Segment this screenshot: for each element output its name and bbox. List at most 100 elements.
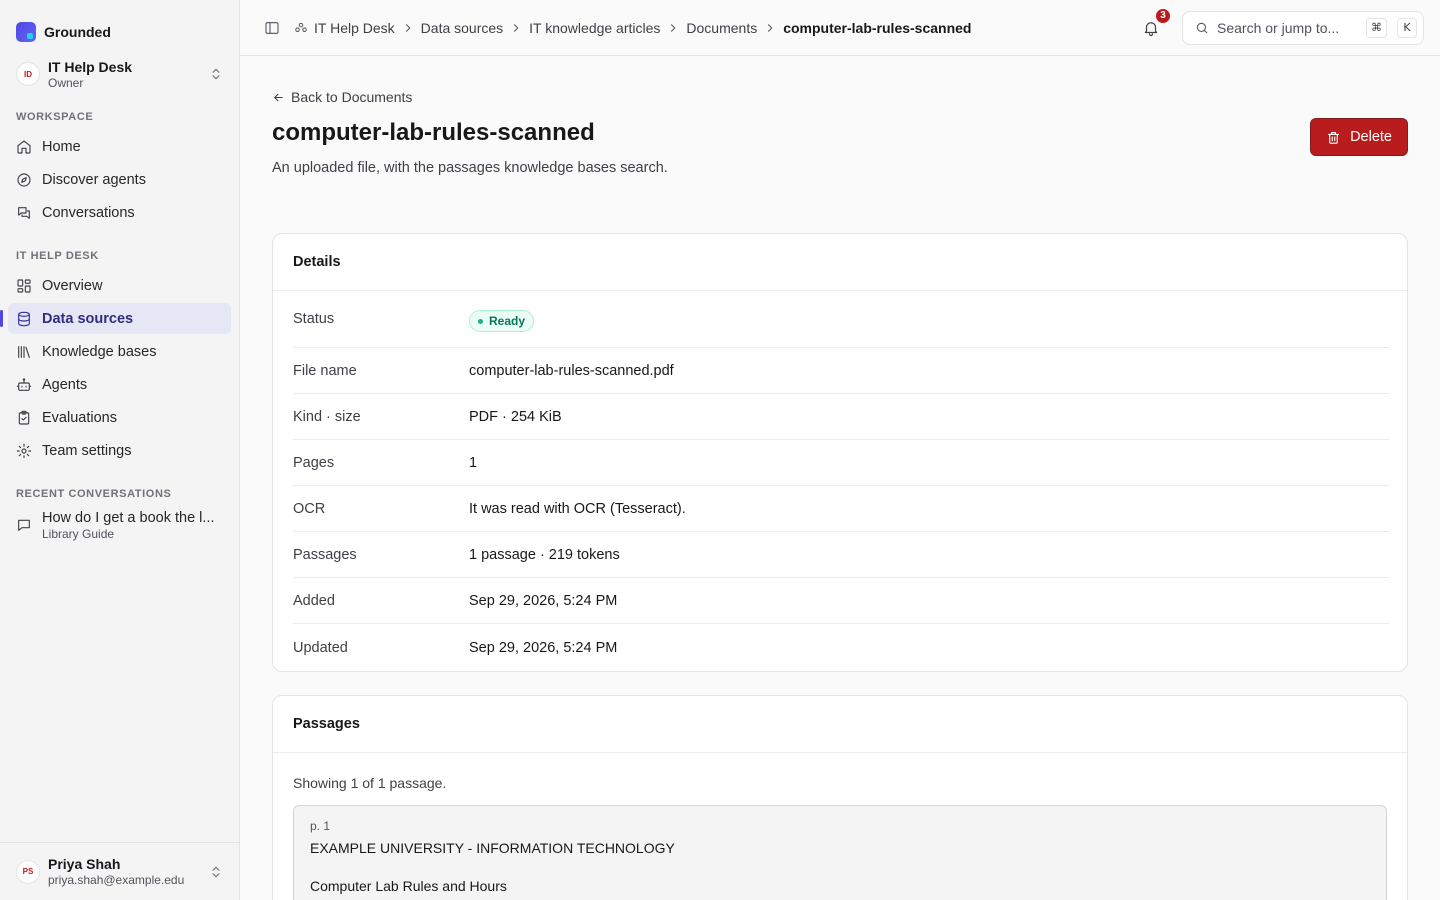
team-nav: Overview Data sources Knowledge bases Ag… bbox=[0, 270, 239, 468]
sidebar-item-conversations[interactable]: Conversations bbox=[8, 197, 231, 228]
brand-logo bbox=[16, 22, 36, 42]
bot-icon bbox=[16, 377, 32, 391]
user-name: Priya Shah bbox=[48, 855, 121, 872]
sidebar-item-discover-agents[interactable]: Discover agents bbox=[8, 164, 231, 195]
search-icon bbox=[1196, 22, 1208, 33]
breadcrumb-current: computer-lab-rules-scanned bbox=[783, 19, 972, 36]
avatar: PS bbox=[16, 859, 40, 884]
detail-row-updated: Updated Sep 29, 2026, 5:24 PM bbox=[293, 624, 1389, 671]
breadcrumb-documents[interactable]: Documents bbox=[686, 20, 757, 36]
sidebar-item-label: Discover agents bbox=[42, 171, 146, 188]
sidebar-item-data-sources[interactable]: Data sources bbox=[0, 303, 231, 334]
details-card: Details Status Ready File name computer-… bbox=[272, 233, 1408, 672]
detail-value: Sep 29, 2026, 5:24 PM bbox=[469, 639, 618, 656]
sidebar-item-overview[interactable]: Overview bbox=[8, 270, 231, 301]
detail-value: PDF · 254 KiB bbox=[469, 408, 562, 425]
delete-button-label: Delete bbox=[1350, 129, 1392, 145]
message-icon bbox=[18, 519, 30, 531]
status-dot bbox=[478, 318, 483, 324]
sidebar-item-label: Evaluations bbox=[42, 409, 117, 426]
delete-button[interactable]: Delete bbox=[1310, 118, 1408, 156]
breadcrumb-team[interactable]: IT Help Desk bbox=[294, 20, 395, 36]
sidebar-toggle-button[interactable] bbox=[264, 20, 280, 36]
workspace-nav: Home Discover agents Conversations bbox=[0, 131, 239, 230]
sidebar-item-evaluations[interactable]: Evaluations bbox=[8, 402, 231, 433]
sidebar-item-label: Data sources bbox=[42, 310, 134, 327]
sidebar-item-label: Agents bbox=[42, 376, 88, 393]
chat-icon bbox=[18, 206, 30, 219]
arrow-left-icon bbox=[274, 93, 283, 101]
passages-count: Showing 1 of 1 passage. bbox=[293, 775, 447, 791]
chevron-right-icon bbox=[401, 21, 415, 35]
topbar: IT Help Desk Data sources IT knowledge a… bbox=[240, 0, 1440, 56]
sidebar-item-label: Team settings bbox=[42, 442, 132, 459]
detail-value: 1 passage · 219 tokens bbox=[469, 546, 620, 563]
sidebar-item-label: Home bbox=[42, 138, 81, 155]
chevrons-up-down-icon bbox=[212, 866, 220, 877]
sidebar-item-team-settings[interactable]: Team settings bbox=[8, 435, 231, 466]
detail-label: Status bbox=[293, 311, 335, 327]
chevron-right-icon bbox=[509, 21, 523, 35]
gear-icon bbox=[16, 443, 32, 458]
detail-label: Updated bbox=[293, 639, 348, 656]
passage-item: p. 1 EXAMPLE UNIVERSITY - INFORMATION TE… bbox=[293, 805, 1387, 900]
detail-value: It was read with OCR (Tesseract). bbox=[469, 500, 686, 517]
page-subtitle: An uploaded file, with the passages know… bbox=[272, 160, 668, 176]
breadcrumb: IT Help Desk Data sources IT knowledge a… bbox=[294, 20, 1142, 36]
passages-heading: Passages bbox=[273, 696, 1407, 753]
kbd-key: K bbox=[1397, 17, 1417, 38]
detail-row-added: Added Sep 29, 2026, 5:24 PM bbox=[293, 578, 1389, 624]
detail-value: computer-lab-rules-scanned.pdf bbox=[469, 362, 674, 379]
back-link[interactable]: Back to Documents bbox=[272, 89, 412, 105]
status-badge-label: Ready bbox=[489, 314, 526, 328]
main: IT Help Desk Data sources IT knowledge a… bbox=[240, 0, 1440, 900]
detail-row-passages: Passages 1 passage · 219 tokens bbox=[293, 532, 1389, 578]
recent-conversation-agent: Library Guide bbox=[42, 527, 115, 541]
brand-name: Grounded bbox=[44, 24, 111, 40]
home-icon bbox=[17, 139, 31, 154]
team-name: IT Help Desk bbox=[48, 58, 133, 75]
passages-card: Passages Showing 1 of 1 passage. p. 1 EX… bbox=[272, 695, 1408, 900]
breadcrumb-data-sources[interactable]: Data sources bbox=[421, 20, 503, 36]
sidebar-item-home[interactable]: Home bbox=[8, 131, 231, 162]
recent-conversation[interactable]: How do I get a book the l... Library Gui… bbox=[8, 504, 231, 547]
passage-text-line: Computer Lab Rules and Hours bbox=[310, 878, 507, 894]
sidebar-item-knowledge-bases[interactable]: Knowledge bases bbox=[8, 336, 231, 367]
detail-row-ocr: OCR It was read with OCR (Tesseract). bbox=[293, 486, 1389, 532]
compass-icon bbox=[17, 172, 31, 187]
team-avatar: ID bbox=[16, 62, 40, 86]
sidebar-item-agents[interactable]: Agents bbox=[8, 369, 231, 400]
detail-label: Added bbox=[293, 592, 335, 609]
notification-count-badge: 3 bbox=[1154, 6, 1172, 25]
detail-label: File name bbox=[293, 362, 357, 379]
user-menu[interactable]: PS Priya Shah priya.shah@example.edu bbox=[0, 842, 239, 900]
details-heading: Details bbox=[273, 234, 1407, 291]
chevrons-up-down-icon bbox=[212, 68, 220, 80]
detail-label: Pages bbox=[293, 454, 335, 471]
user-email: priya.shah@example.edu bbox=[48, 872, 185, 887]
search-placeholder: Search or jump to... bbox=[1217, 19, 1340, 36]
recent-conversation-title: How do I get a book the l... bbox=[42, 510, 215, 526]
page-header: computer-lab-rules-scanned An uploaded f… bbox=[272, 118, 1408, 176]
brand[interactable]: Grounded bbox=[0, 0, 239, 46]
notifications-button[interactable]: 3 bbox=[1142, 6, 1172, 37]
sidebar-item-label: Conversations bbox=[42, 204, 135, 221]
content: Back to Documents computer-lab-rules-sca… bbox=[240, 56, 1440, 900]
kbd-mod: ⌘ bbox=[1366, 17, 1387, 38]
chevron-right-icon bbox=[763, 21, 777, 35]
passage-page: p. 1 bbox=[310, 819, 331, 833]
detail-row-pages: Pages 1 bbox=[293, 440, 1389, 486]
breadcrumb-source[interactable]: IT knowledge articles bbox=[529, 20, 660, 36]
sidebar-item-label: Knowledge bases bbox=[42, 343, 157, 360]
chevron-right-icon bbox=[666, 21, 680, 35]
sidebar-panel-icon bbox=[265, 21, 279, 34]
clipboard-check-icon bbox=[18, 410, 30, 425]
back-link-label: Back to Documents bbox=[291, 89, 413, 105]
team-switcher[interactable]: ID IT Help Desk Owner bbox=[8, 54, 231, 94]
detail-label: OCR bbox=[293, 500, 326, 517]
grid-icon bbox=[17, 278, 31, 293]
library-icon bbox=[18, 345, 30, 358]
search-input[interactable]: Search or jump to... ⌘ K bbox=[1182, 10, 1424, 45]
details-list: Status Ready File name computer-lab-rule… bbox=[273, 291, 1407, 671]
team-icon bbox=[295, 22, 307, 32]
